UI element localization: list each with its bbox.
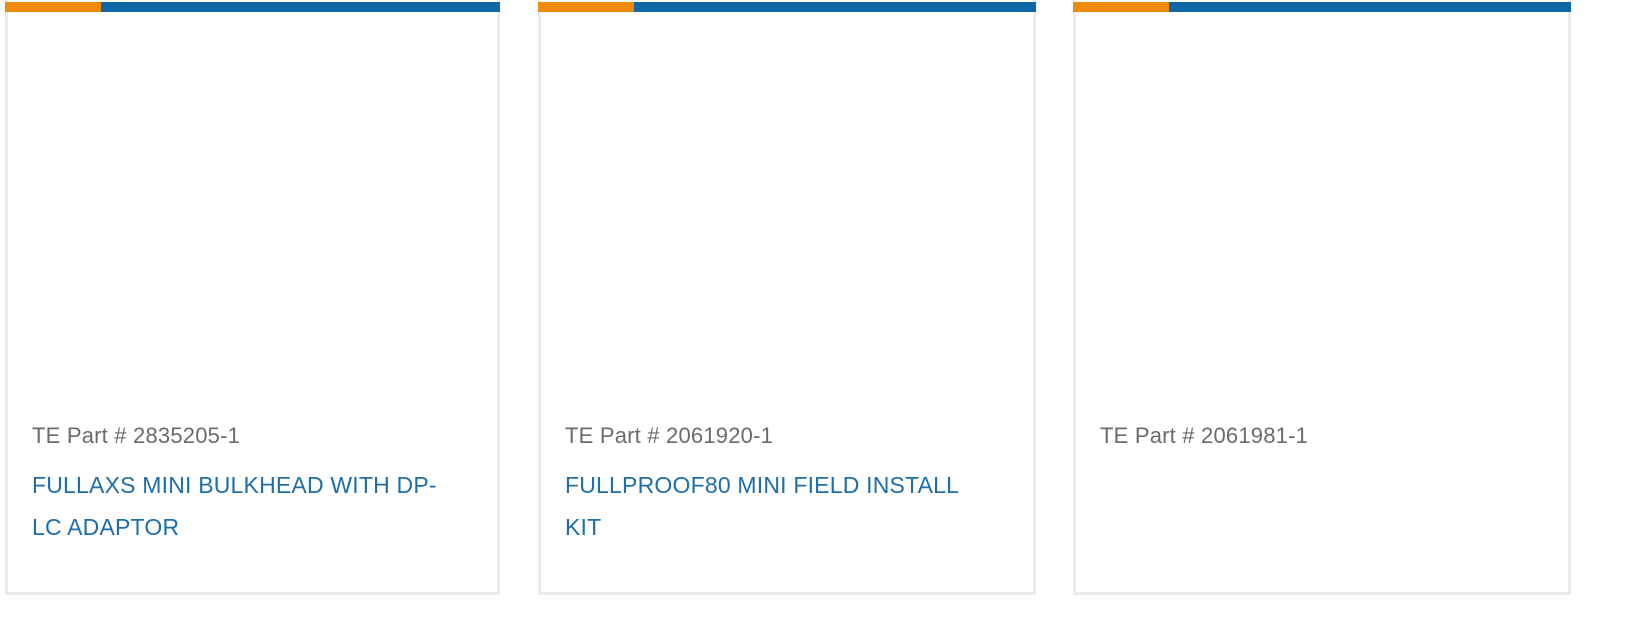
product-name-link[interactable]: FULLAXS MINI BULKHEAD WITH DP-LC ADAPTOR [32,464,462,548]
product-card[interactable]: TE Part # 2061920-1 FULLPROOF80 MINI FIE… [538,0,1036,595]
accent-bar-blue [101,2,500,12]
card-accent-bar [5,2,500,12]
part-number: TE Part # 2061981-1 [1100,423,1309,448]
product-image[interactable] [1076,14,1568,394]
product-card[interactable]: TE Part # 2835205-1 FULLAXS MINI BULKHEA… [5,0,500,595]
accent-bar-orange [538,2,634,12]
product-card[interactable]: TE Part # 2061981-1 [1073,0,1571,595]
accent-bar-orange [5,2,101,12]
product-image[interactable] [541,14,1033,394]
card-accent-bar [538,2,1036,12]
accent-bar-orange [1073,2,1169,12]
part-number: TE Part # 2835205-1 [32,423,241,448]
product-image[interactable] [8,14,497,394]
accent-bar-blue [1169,2,1571,12]
product-name-link[interactable]: FULLPROOF80 MINI FIELD INSTALL KIT [565,464,995,548]
part-number: TE Part # 2061920-1 [565,423,774,448]
card-accent-bar [1073,2,1571,12]
accent-bar-blue [634,2,1036,12]
